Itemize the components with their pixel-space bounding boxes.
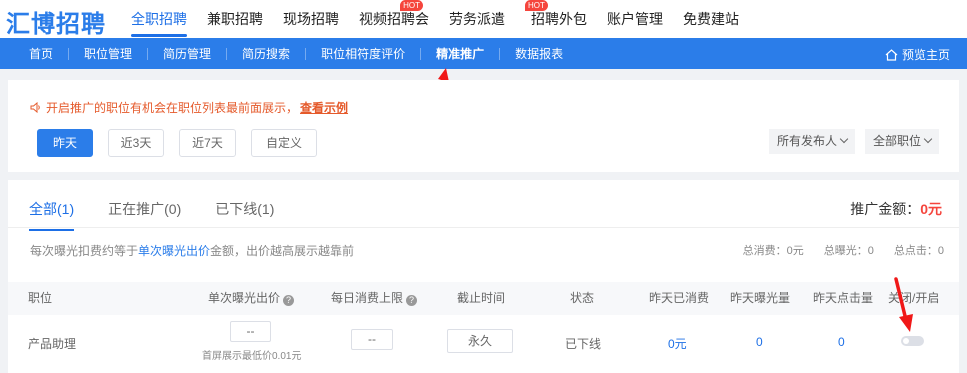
col-bid: 单次曝光出价?: [208, 282, 295, 315]
annotation-arrow-icon: [894, 277, 913, 332]
view-example-link[interactable]: 查看示例: [300, 99, 348, 116]
main-nav-fulltime[interactable]: 全职招聘: [131, 0, 187, 38]
promotion-amount-label: 推广金额：: [850, 201, 921, 217]
preview-home-link[interactable]: 预览主页: [885, 46, 950, 63]
sub-nav-home[interactable]: 首页: [14, 47, 70, 60]
top-bar: 汇博招聘 全职招聘 兼职招聘 现场招聘 视频招聘会 HOT 劳务派遣 招聘外包 HO…: [0, 0, 967, 38]
tab-offline[interactable]: 已下线(1): [215, 199, 274, 219]
min-bid-note: 首屏展示最低价0.01元: [202, 351, 302, 362]
main-nav-dispatch[interactable]: 劳务派遣: [449, 0, 505, 38]
publisher-dropdown-label: 所有发布人: [777, 134, 838, 148]
date-filter-custom[interactable]: 自定义: [251, 129, 317, 157]
main-nav-parttime[interactable]: 兼职招聘: [207, 0, 263, 38]
hot-badge: HOT: [525, 0, 548, 11]
col-status: 状态: [570, 291, 595, 305]
sub-nav: 首页 职位管理 简历管理 简历搜索 职位相符度评价 精准推广 数据报表 预览主页: [0, 38, 967, 69]
sub-nav-precise-promotion[interactable]: 精准推广: [421, 47, 501, 60]
chevron-down-icon: [839, 134, 849, 144]
promotion-list-card: 全部(1) 正在推广(0) 已下线(1) 推广金额：0元 每次曝光扣费约等于单次…: [8, 180, 959, 373]
tab-all[interactable]: 全部(1): [29, 199, 75, 231]
tip-text: 开启推广的职位有机会在职位列表最前面展示，: [46, 101, 299, 115]
promotion-amount: 推广金额：0元: [850, 199, 942, 219]
row-exposure-yesterday: 0: [756, 335, 763, 349]
col-bid-label: 单次曝光出价: [208, 291, 281, 305]
billing-note-pre: 每次曝光扣费约等于: [30, 244, 139, 258]
date-filter-7days[interactable]: 近7天: [179, 129, 236, 157]
speaker-icon: [30, 102, 40, 113]
sub-nav-match-eval[interactable]: 职位相符度评价: [306, 47, 422, 60]
row-spent-yesterday: 0元: [668, 337, 687, 351]
col-position: 职位: [28, 291, 53, 305]
col-deadline: 截止时间: [457, 291, 506, 305]
main-nav-account[interactable]: 账户管理: [607, 0, 663, 38]
main-nav-outsourcing[interactable]: 招聘外包 HOT: [525, 0, 587, 38]
billing-note-highlight: 单次曝光出价: [138, 244, 211, 258]
row-position[interactable]: 产品助理: [28, 335, 76, 352]
sub-nav-resume-search[interactable]: 简历搜索: [227, 47, 307, 60]
filter-card: 开启推广的职位有机会在职位列表最前面展示， 查看示例 昨天 近3天 近7天 自定…: [8, 80, 959, 172]
status-tabs: 全部(1) 正在推广(0) 已下线(1): [29, 199, 308, 231]
col-exposure-yesterday: 昨天曝光量: [730, 291, 791, 305]
date-filter-yesterday[interactable]: 昨天: [37, 129, 93, 157]
help-icon[interactable]: ?: [283, 295, 295, 306]
col-daily-cap-label: 每日消费上限: [331, 291, 404, 305]
billing-note-post: 金额，出价越高展示越靠前: [210, 244, 355, 258]
deadline-input[interactable]: 永久: [447, 329, 513, 353]
main-nav-video-fair[interactable]: 视频招聘会 HOT: [359, 0, 429, 38]
row-status: 已下线: [565, 337, 602, 351]
sub-nav-resumes[interactable]: 简历管理: [148, 47, 228, 60]
main-nav: 全职招聘 兼职招聘 现场招聘 视频招聘会 HOT 劳务派遣 招聘外包 HOT 账户管…: [131, 0, 759, 38]
daily-cap-input[interactable]: --: [351, 329, 393, 350]
col-daily-cap: 每日消费上限?: [331, 282, 418, 315]
hot-badge: HOT: [400, 0, 423, 11]
sub-nav-jobs[interactable]: 职位管理: [69, 47, 149, 60]
billing-note: 每次曝光扣费约等于单次曝光出价金额，出价越高展示越靠前: [30, 242, 354, 259]
chevron-down-icon: [923, 134, 933, 144]
sub-nav-reports[interactable]: 数据报表: [500, 48, 578, 60]
position-dropdown-label: 全部职位: [873, 134, 922, 148]
date-filter-group: 昨天 近3天 近7天 自定义: [37, 129, 332, 157]
total-exposure: 总曝光：0: [823, 245, 874, 257]
col-spent-yesterday: 昨天已消费: [649, 291, 710, 305]
table-header: 职位 单次曝光出价? 每日消费上限? 截止时间 状态 昨天已消费 昨天曝光量 昨…: [8, 282, 959, 315]
tab-promoting[interactable]: 正在推广(0): [108, 199, 181, 219]
position-dropdown[interactable]: 全部职位: [865, 129, 940, 154]
main-nav-onsite[interactable]: 现场招聘: [283, 0, 339, 38]
home-icon: [885, 48, 898, 61]
promotion-amount-value: 0元: [920, 201, 942, 217]
tab-divider: [8, 227, 959, 228]
summary-stats: 总消费：0元 总曝光：0 总点击：0: [723, 242, 944, 258]
publisher-dropdown[interactable]: 所有发布人: [769, 129, 856, 154]
date-filter-3days[interactable]: 近3天: [108, 129, 164, 157]
row-clicks-yesterday: 0: [838, 335, 845, 349]
logo[interactable]: 汇博招聘: [6, 4, 106, 39]
total-spend: 总消费：0元: [742, 245, 804, 257]
promotion-toggle[interactable]: [901, 336, 924, 346]
promotion-tip: 开启推广的职位有机会在职位列表最前面展示， 查看示例: [30, 99, 348, 116]
col-clicks-yesterday: 昨天点击量: [813, 291, 874, 305]
preview-home-label: 预览主页: [901, 48, 950, 62]
main-nav-website[interactable]: 免费建站: [683, 0, 739, 38]
help-icon[interactable]: ?: [406, 295, 418, 306]
bid-input[interactable]: --: [230, 321, 271, 342]
total-clicks: 总点击：0: [893, 245, 944, 257]
